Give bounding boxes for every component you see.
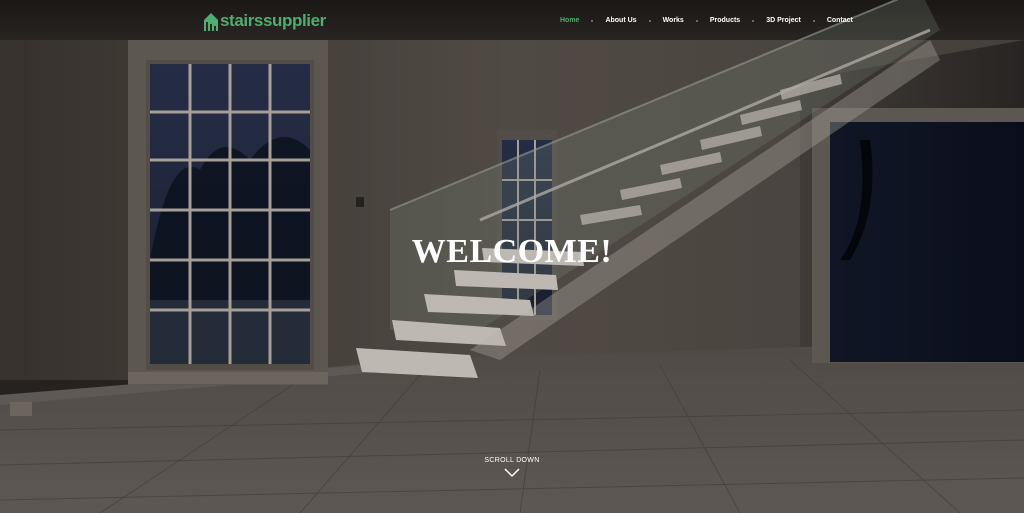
house-stairs-icon (204, 13, 218, 31)
scroll-down-label: SCROLL DOWN (484, 457, 540, 464)
nav-item-works[interactable]: Works (663, 16, 684, 26)
nav-item-home[interactable]: Home (560, 16, 579, 26)
scroll-down-link[interactable]: SCROLL DOWN (462, 456, 562, 478)
hero-title: WELCOME! (411, 233, 613, 270)
nav-item-contact[interactable]: Contact (827, 16, 853, 26)
brand-logo[interactable]: stairs supplier (204, 9, 326, 31)
nav-item-products[interactable]: Products (710, 16, 740, 26)
logo-text-stairs: stairs (220, 11, 263, 30)
logo-text-supplier: supplier (262, 11, 326, 30)
nav-item-3d-project[interactable]: 3D Project (766, 16, 801, 26)
nav-separator (752, 20, 755, 22)
main-nav: Home About Us Works Products 3D Project … (560, 16, 853, 26)
site-header: stairs supplier Home About Us Works Prod… (0, 0, 1024, 40)
hero-section: stairs supplier Home About Us Works Prod… (0, 0, 1024, 513)
nav-separator (812, 20, 815, 22)
nav-separator (591, 20, 594, 22)
nav-item-about-us[interactable]: About Us (605, 16, 636, 26)
nav-separator (648, 20, 651, 22)
nav-separator (695, 20, 698, 22)
chevron-down-icon (504, 468, 520, 478)
